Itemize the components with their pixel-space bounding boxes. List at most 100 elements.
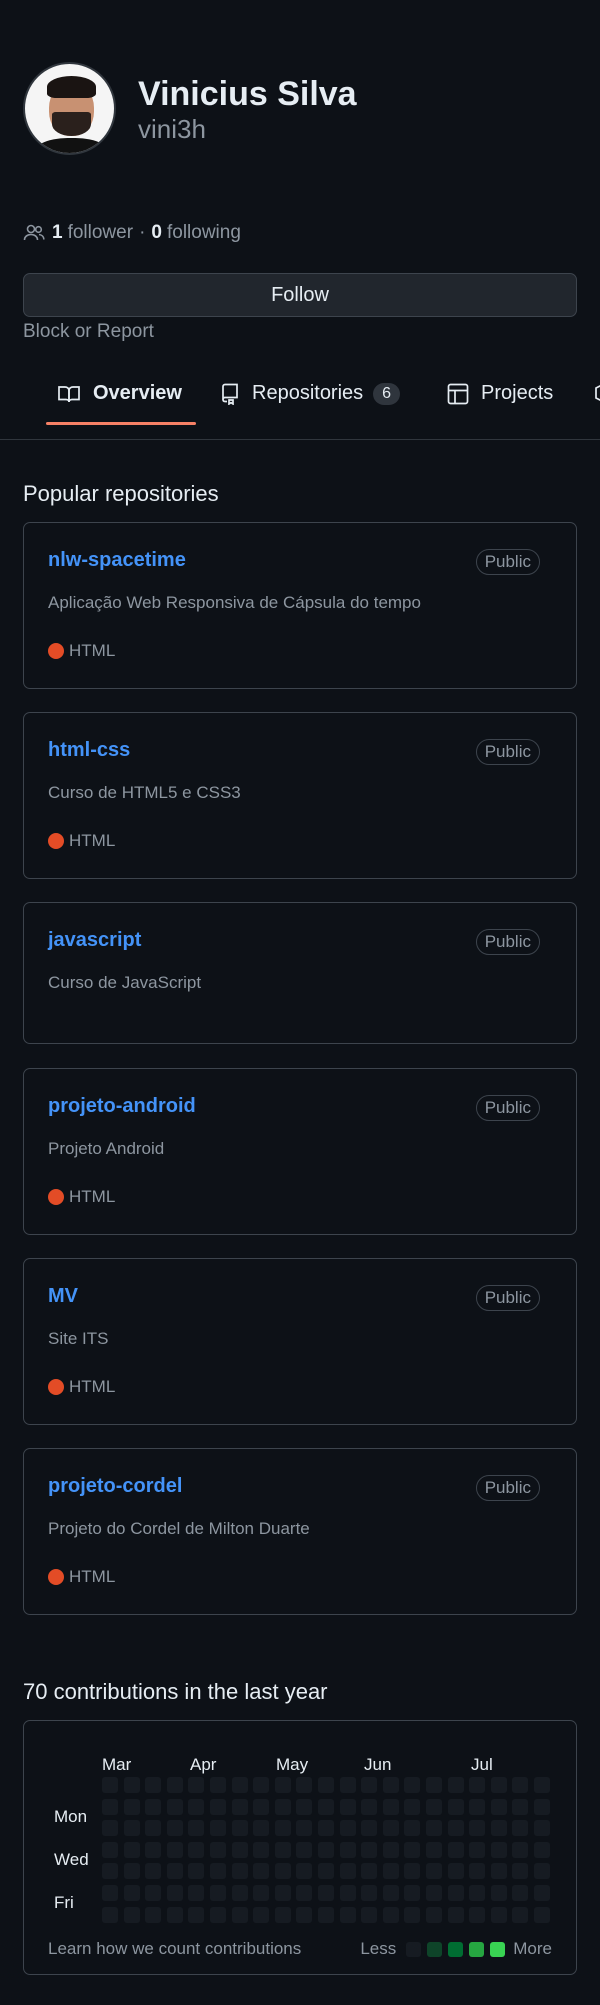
contribution-day-cell[interactable] [447, 1820, 464, 1837]
contribution-day-cell[interactable] [318, 1863, 334, 1880]
contribution-day-cell[interactable] [274, 1885, 291, 1901]
contribution-day-cell[interactable] [231, 1820, 248, 1837]
contribution-day-cell[interactable] [188, 1820, 205, 1837]
contribution-day-cell[interactable] [339, 1841, 356, 1858]
contribution-day-cell[interactable] [102, 1820, 118, 1837]
follow-button[interactable]: Follow [23, 273, 577, 317]
followers-label[interactable]: follower [68, 222, 133, 244]
contribution-day-cell[interactable] [318, 1885, 334, 1901]
contribution-day-cell[interactable] [382, 1841, 399, 1858]
contribution-day-cell[interactable] [426, 1798, 442, 1815]
contribution-day-cell[interactable] [296, 1798, 313, 1815]
contribution-day-cell[interactable] [426, 1885, 442, 1901]
contribution-day-cell[interactable] [188, 1777, 205, 1793]
following-label[interactable]: following [167, 222, 241, 244]
contribution-day-cell[interactable] [469, 1906, 486, 1923]
contribution-day-cell[interactable] [469, 1820, 486, 1837]
contribution-day-cell[interactable] [166, 1798, 183, 1815]
tab-projects[interactable]: Projects [447, 382, 553, 405]
contribution-day-cell[interactable] [102, 1798, 118, 1815]
contribution-day-cell[interactable] [231, 1863, 248, 1880]
contribution-day-cell[interactable] [361, 1841, 378, 1858]
contribution-day-cell[interactable] [166, 1777, 183, 1793]
avatar[interactable] [23, 62, 116, 155]
contribution-day-cell[interactable] [512, 1820, 529, 1837]
contribution-day-cell[interactable] [361, 1863, 378, 1880]
contribution-day-cell[interactable] [490, 1777, 507, 1793]
contribution-day-cell[interactable] [447, 1798, 464, 1815]
contribution-day-cell[interactable] [404, 1777, 421, 1793]
contribution-day-cell[interactable] [145, 1777, 162, 1793]
contribution-day-cell[interactable] [274, 1841, 291, 1858]
contribution-day-cell[interactable] [512, 1841, 529, 1858]
contribution-day-cell[interactable] [231, 1885, 248, 1901]
repo-name-link[interactable]: nlw-spacetime [48, 549, 186, 572]
contribution-day-cell[interactable] [469, 1841, 486, 1858]
contribution-day-cell[interactable] [102, 1863, 118, 1880]
contribution-day-cell[interactable] [296, 1863, 313, 1880]
repo-name-link[interactable]: javascript [48, 929, 141, 952]
contribution-day-cell[interactable] [145, 1820, 162, 1837]
repo-name-link[interactable]: projeto-cordel [48, 1475, 182, 1498]
contribution-day-cell[interactable] [426, 1820, 442, 1837]
contribution-day-cell[interactable] [361, 1777, 378, 1793]
tab-repositories[interactable]: Repositories 6 [220, 382, 401, 405]
contribution-day-cell[interactable] [382, 1798, 399, 1815]
contribution-day-cell[interactable] [274, 1820, 291, 1837]
contribution-day-cell[interactable] [382, 1906, 399, 1923]
contribution-day-cell[interactable] [426, 1777, 442, 1793]
contribution-day-cell[interactable] [123, 1798, 140, 1815]
contribution-day-cell[interactable] [210, 1885, 226, 1901]
contribution-day-cell[interactable] [274, 1798, 291, 1815]
contribution-day-cell[interactable] [534, 1863, 550, 1880]
contribution-day-cell[interactable] [166, 1820, 183, 1837]
contribution-day-cell[interactable] [210, 1841, 226, 1858]
contribution-day-cell[interactable] [188, 1885, 205, 1901]
contribution-day-cell[interactable] [102, 1906, 118, 1923]
contribution-day-cell[interactable] [318, 1820, 334, 1837]
contribution-day-cell[interactable] [166, 1906, 183, 1923]
contribution-day-cell[interactable] [490, 1885, 507, 1901]
contribution-day-cell[interactable] [382, 1863, 399, 1880]
contribution-day-cell[interactable] [145, 1841, 162, 1858]
contribution-day-cell[interactable] [253, 1863, 270, 1880]
contribution-day-cell[interactable] [404, 1841, 421, 1858]
contribution-day-cell[interactable] [296, 1820, 313, 1837]
contribution-day-cell[interactable] [166, 1863, 183, 1880]
contribution-day-cell[interactable] [231, 1841, 248, 1858]
contribution-day-cell[interactable] [404, 1906, 421, 1923]
contribution-day-cell[interactable] [447, 1841, 464, 1858]
contribution-day-cell[interactable] [253, 1885, 270, 1901]
contribution-day-cell[interactable] [382, 1820, 399, 1837]
contribution-day-cell[interactable] [447, 1863, 464, 1880]
repo-name-link[interactable]: html-css [48, 739, 130, 762]
contribution-day-cell[interactable] [318, 1906, 334, 1923]
contribution-day-cell[interactable] [512, 1885, 529, 1901]
learn-contributions-link[interactable]: Learn how we count contributions [48, 1939, 301, 1959]
contribution-day-cell[interactable] [210, 1777, 226, 1793]
contribution-day-cell[interactable] [339, 1906, 356, 1923]
contribution-day-cell[interactable] [534, 1885, 550, 1901]
repo-name-link[interactable]: projeto-android [48, 1095, 196, 1118]
block-report-link[interactable]: Block or Report [23, 321, 154, 343]
contribution-day-cell[interactable] [253, 1798, 270, 1815]
contribution-day-cell[interactable] [123, 1885, 140, 1901]
contribution-day-cell[interactable] [339, 1820, 356, 1837]
contribution-day-cell[interactable] [382, 1777, 399, 1793]
contribution-day-cell[interactable] [145, 1885, 162, 1901]
contribution-day-cell[interactable] [404, 1885, 421, 1901]
contribution-day-cell[interactable] [188, 1906, 205, 1923]
contribution-day-cell[interactable] [210, 1820, 226, 1837]
contribution-day-cell[interactable] [490, 1863, 507, 1880]
contribution-day-cell[interactable] [145, 1863, 162, 1880]
contribution-day-cell[interactable] [534, 1798, 550, 1815]
contribution-day-cell[interactable] [296, 1777, 313, 1793]
contribution-day-cell[interactable] [123, 1906, 140, 1923]
contribution-day-cell[interactable] [512, 1863, 529, 1880]
contribution-day-cell[interactable] [231, 1906, 248, 1923]
contribution-day-cell[interactable] [534, 1906, 550, 1923]
contribution-day-cell[interactable] [274, 1777, 291, 1793]
contribution-day-cell[interactable] [296, 1841, 313, 1858]
contribution-day-cell[interactable] [318, 1777, 334, 1793]
contribution-day-cell[interactable] [123, 1841, 140, 1858]
